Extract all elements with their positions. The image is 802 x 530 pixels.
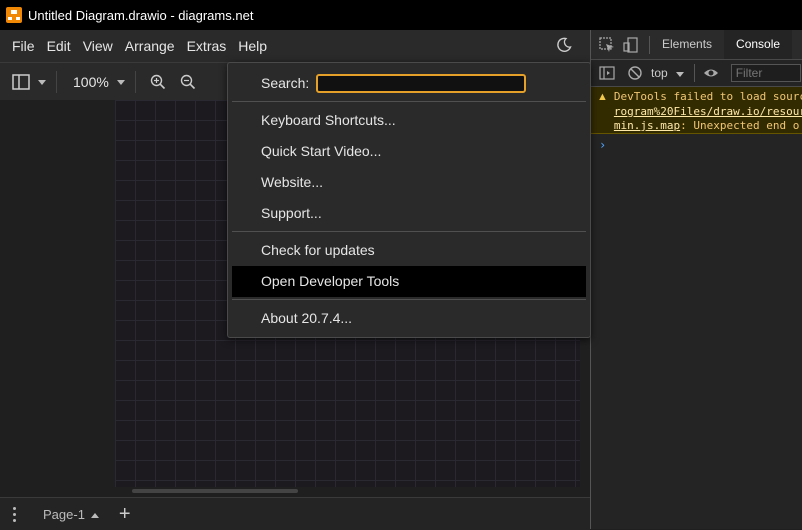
format-panel-icon[interactable] xyxy=(12,74,30,90)
page-tab[interactable]: Page-1 xyxy=(43,507,99,522)
menu-separator xyxy=(232,101,586,102)
clear-console-icon[interactable] xyxy=(627,65,643,81)
menu-separator xyxy=(232,231,586,232)
page-bar: Page-1 + xyxy=(0,497,590,530)
help-search-row: Search: xyxy=(228,67,590,99)
add-page-icon[interactable]: + xyxy=(119,503,131,526)
zoom-in-icon[interactable] xyxy=(150,74,166,90)
zoom-chevron-down-icon[interactable] xyxy=(116,79,125,85)
menu-bar: File Edit View Arrange Extras Help xyxy=(0,30,590,62)
console-toolbar: top xyxy=(591,60,802,87)
warning-line-3-rest: : Unexpected end o xyxy=(680,119,800,132)
warning-line-1: DevTools failed to load sourc xyxy=(613,90,802,103)
menu-item-website[interactable]: Website... xyxy=(232,167,586,198)
toolbar-divider xyxy=(56,71,57,93)
menu-extras[interactable]: Extras xyxy=(181,38,233,54)
menu-item-quick-start-video[interactable]: Quick Start Video... xyxy=(232,136,586,167)
chevron-down-icon[interactable] xyxy=(38,79,46,85)
menu-item-check-for-updates[interactable]: Check for updates xyxy=(232,235,586,266)
window-title: Untitled Diagram.drawio - diagrams.net xyxy=(28,7,254,23)
menu-file[interactable]: File xyxy=(6,38,41,54)
menu-item-support[interactable]: Support... xyxy=(232,198,586,229)
eye-icon[interactable] xyxy=(703,65,719,81)
toolbar-divider xyxy=(134,71,136,93)
menu-arrange[interactable]: Arrange xyxy=(119,38,181,54)
source-map-url-link[interactable]: rogram%20Files/draw.io/resour xyxy=(614,105,802,118)
devtools-panel: Elements Console top ▲ DevTools failed t… xyxy=(591,30,802,529)
menu-view[interactable]: View xyxy=(77,38,119,54)
tab-console[interactable]: Console xyxy=(724,30,793,59)
dark-mode-moon-icon[interactable] xyxy=(556,37,572,53)
menu-help[interactable]: Help xyxy=(232,38,273,54)
horizontal-scrollbar[interactable] xyxy=(132,489,298,493)
chevron-up-icon[interactable] xyxy=(90,512,99,518)
tab-elements[interactable]: Elements xyxy=(650,30,724,59)
menu-item-open-developer-tools[interactable]: Open Developer Tools xyxy=(232,266,586,297)
shapes-sidebar xyxy=(0,100,115,494)
context-label: top xyxy=(651,66,668,80)
devtools-divider-line xyxy=(693,64,695,82)
chevron-down-icon xyxy=(675,72,684,77)
search-label: Search: xyxy=(261,75,310,91)
menu-item-about[interactable]: About 20.7.4... xyxy=(232,303,586,334)
zoom-out-icon[interactable] xyxy=(180,74,196,90)
device-toolbar-icon[interactable] xyxy=(623,36,639,53)
console-prompt[interactable]: › xyxy=(599,138,802,152)
context-selector[interactable]: top xyxy=(651,66,684,80)
page-tab-label: Page-1 xyxy=(43,506,85,522)
source-map-file-link[interactable]: min.js.map xyxy=(614,119,680,132)
drawio-app-icon xyxy=(6,7,22,23)
zoom-level[interactable]: 100% xyxy=(73,74,109,90)
show-sidebar-icon[interactable] xyxy=(599,65,615,81)
console-filter-input[interactable] xyxy=(730,64,801,82)
help-menu-dropdown: Search: Keyboard Shortcuts... Quick Star… xyxy=(227,62,591,338)
inspect-element-icon[interactable] xyxy=(599,36,615,53)
menu-item-keyboard-shortcuts[interactable]: Keyboard Shortcuts... xyxy=(232,105,586,136)
help-search-input[interactable] xyxy=(316,73,527,93)
devtools-tab-bar: Elements Console xyxy=(591,30,802,60)
menu-separator xyxy=(232,299,586,300)
pages-menu-icon[interactable] xyxy=(13,506,17,522)
console-warning-text: DevTools failed to load sourc rogram%20F… xyxy=(613,90,802,132)
menu-edit[interactable]: Edit xyxy=(41,38,77,54)
console-warning-message: ▲ DevTools failed to load sourc rogram%2… xyxy=(591,87,802,134)
title-bar: Untitled Diagram.drawio - diagrams.net xyxy=(0,0,802,30)
warning-icon: ▲ xyxy=(597,91,608,103)
